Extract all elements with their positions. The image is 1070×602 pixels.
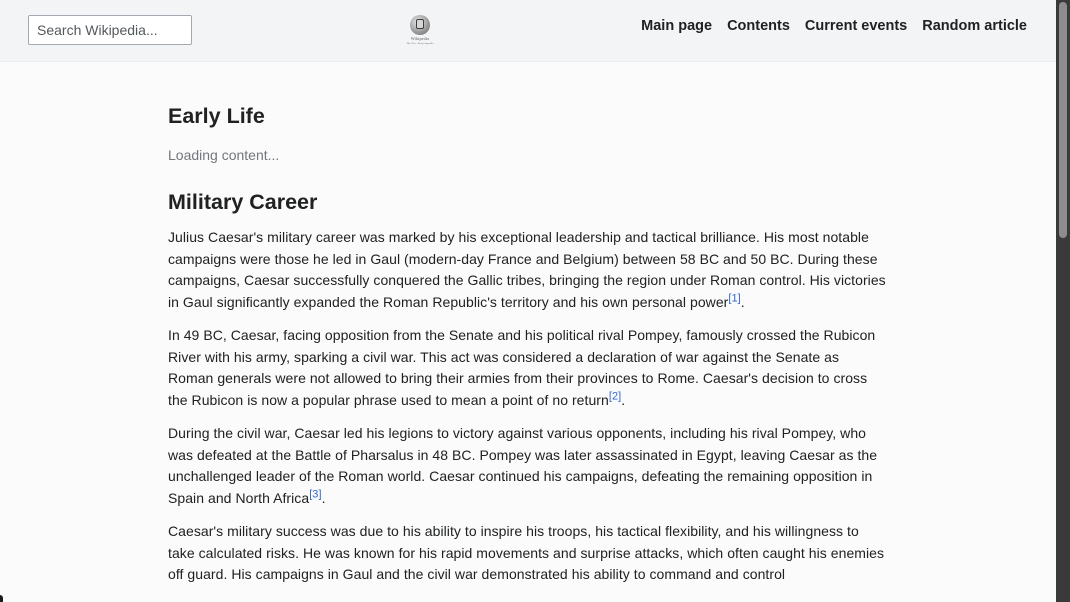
nav-random-article[interactable]: Random article: [922, 18, 1027, 34]
nav-current-events[interactable]: Current events: [805, 18, 907, 34]
top-header: Wikipedia The Free Encyclopedia Main pag…: [0, 0, 1056, 62]
paragraph: Julius Caesar's military career was mark…: [168, 227, 888, 313]
paragraph-text: During the civil war, Caesar led his leg…: [168, 425, 878, 506]
paragraph: During the civil war, Caesar led his leg…: [168, 423, 888, 509]
nav-contents[interactable]: Contents: [727, 18, 790, 34]
paragraph-text: Caesar's military success was due to his…: [168, 523, 885, 582]
logo-tagline: The Free Encyclopedia: [406, 42, 434, 45]
paragraph-text: Julius Caesar's military career was mark…: [168, 229, 886, 310]
paragraph-end: .: [321, 489, 326, 506]
citation[interactable]: [2]: [609, 390, 621, 402]
paragraph-end: .: [740, 293, 745, 310]
search-input[interactable]: [28, 15, 192, 45]
logo-wordmark: Wikipedia: [410, 36, 430, 41]
wikipedia-logo[interactable]: Wikipedia The Free Encyclopedia: [406, 15, 434, 47]
paragraph: In 49 BC, Caesar, facing opposition from…: [168, 325, 888, 411]
citation-link[interactable]: [2]: [609, 390, 621, 402]
scrollbar-thumb[interactable]: [1059, 2, 1067, 238]
paragraph: Caesar's military success was due to his…: [168, 521, 888, 586]
article-content: Early Life Loading content... Military C…: [168, 102, 888, 586]
section-heading-military-career: Military Career: [168, 190, 318, 214]
citation[interactable]: [1]: [728, 292, 740, 304]
citation[interactable]: [3]: [309, 488, 321, 500]
section-heading-early-life: Early Life: [168, 104, 265, 128]
top-nav: Main page Contents Current events Random…: [641, 18, 1027, 34]
vertical-scrollbar[interactable]: [1056, 0, 1070, 602]
nav-main-page[interactable]: Main page: [641, 18, 712, 34]
loading-status: Loading content...: [168, 147, 280, 163]
globe-icon: [410, 15, 430, 35]
paragraph-text: In 49 BC, Caesar, facing opposition from…: [168, 327, 876, 408]
window-corner: [0, 595, 3, 602]
citation-link[interactable]: [3]: [309, 488, 321, 500]
paragraph-end: .: [621, 391, 626, 408]
citation-link[interactable]: [1]: [728, 292, 740, 304]
